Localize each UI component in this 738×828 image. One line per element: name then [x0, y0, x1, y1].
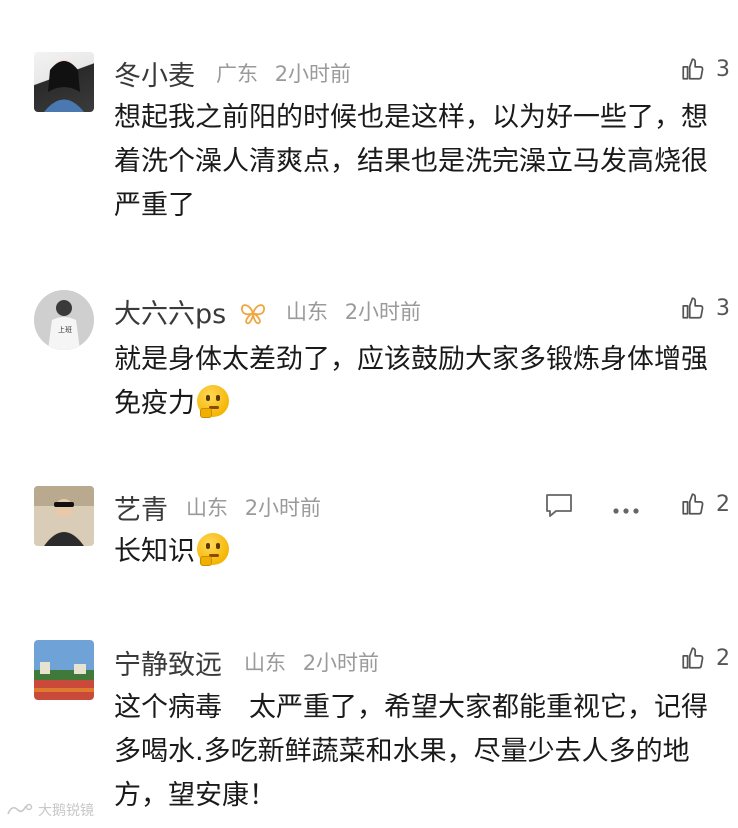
- thumbs-up-icon: [682, 647, 704, 669]
- comment-meta: 山东 2小时前: [186, 492, 321, 522]
- like-button[interactable]: 3: [680, 56, 730, 82]
- like-count: 2: [716, 491, 730, 517]
- comment-icon: [546, 494, 572, 517]
- comment-text-body: 长知识: [114, 536, 195, 567]
- watermark-logo-icon: [7, 803, 33, 815]
- comment-text: 想起我之前阳的时候也是这样，以为好一些了，想着洗个澡人清爽点，结果也是洗完澡立马…: [114, 102, 708, 221]
- time-text: 2小时前: [274, 62, 352, 86]
- location-text: 山东: [186, 496, 228, 520]
- thinking-face-emoji: [197, 533, 229, 566]
- watermark: 大鹅锐镜: [6, 800, 94, 820]
- avatar[interactable]: [34, 486, 94, 546]
- avatar[interactable]: [34, 52, 94, 112]
- user-name[interactable]: 大六六ps: [114, 292, 267, 331]
- more-icon: [613, 508, 639, 514]
- watermark-text: 大鹅锐镜: [38, 803, 94, 819]
- comment-meta: 广东 2小时前: [216, 58, 351, 88]
- like-count: 3: [716, 56, 730, 82]
- thumbs-up-icon: [682, 58, 704, 80]
- like-count: 3: [716, 295, 730, 321]
- comment-text: 就是身体太差劲了，应该鼓励大家多锻炼身体增强免疫力: [114, 338, 718, 426]
- like-button[interactable]: 2: [680, 645, 730, 671]
- comment-text: 长知识: [114, 530, 718, 574]
- user-name[interactable]: 冬小麦: [114, 54, 195, 93]
- location-text: 山东: [244, 651, 286, 675]
- user-name-text: 大六六ps: [114, 299, 227, 330]
- comment-meta: 山东 2小时前: [244, 647, 379, 677]
- location-text: 广东: [216, 62, 258, 86]
- time-text: 2小时前: [244, 496, 322, 520]
- comment-meta: 山东 2小时前: [286, 296, 421, 326]
- location-text: 山东: [286, 300, 328, 324]
- avatar[interactable]: 上班: [34, 290, 94, 350]
- time-text: 2小时前: [302, 651, 380, 675]
- time-text: 2小时前: [344, 300, 422, 324]
- like-count: 2: [716, 645, 730, 671]
- svg-text:上班: 上班: [58, 325, 72, 334]
- user-name[interactable]: 艺青: [114, 488, 168, 527]
- butterfly-icon: [240, 304, 265, 325]
- thumbs-up-icon: [682, 493, 704, 515]
- more-options-button[interactable]: [612, 500, 640, 519]
- reply-button[interactable]: [544, 492, 574, 522]
- like-button[interactable]: 3: [680, 295, 730, 321]
- user-name[interactable]: 宁静致远: [114, 643, 222, 682]
- shushing-face-emoji: [197, 385, 229, 418]
- like-button[interactable]: 2: [680, 491, 730, 517]
- thumbs-up-icon: [682, 297, 704, 319]
- comment-text: 这个病毒 太严重了，希望大家都能重视它，记得多喝水.多吃新鲜蔬菜和水果，尽量少去…: [114, 692, 708, 811]
- avatar[interactable]: [34, 640, 94, 700]
